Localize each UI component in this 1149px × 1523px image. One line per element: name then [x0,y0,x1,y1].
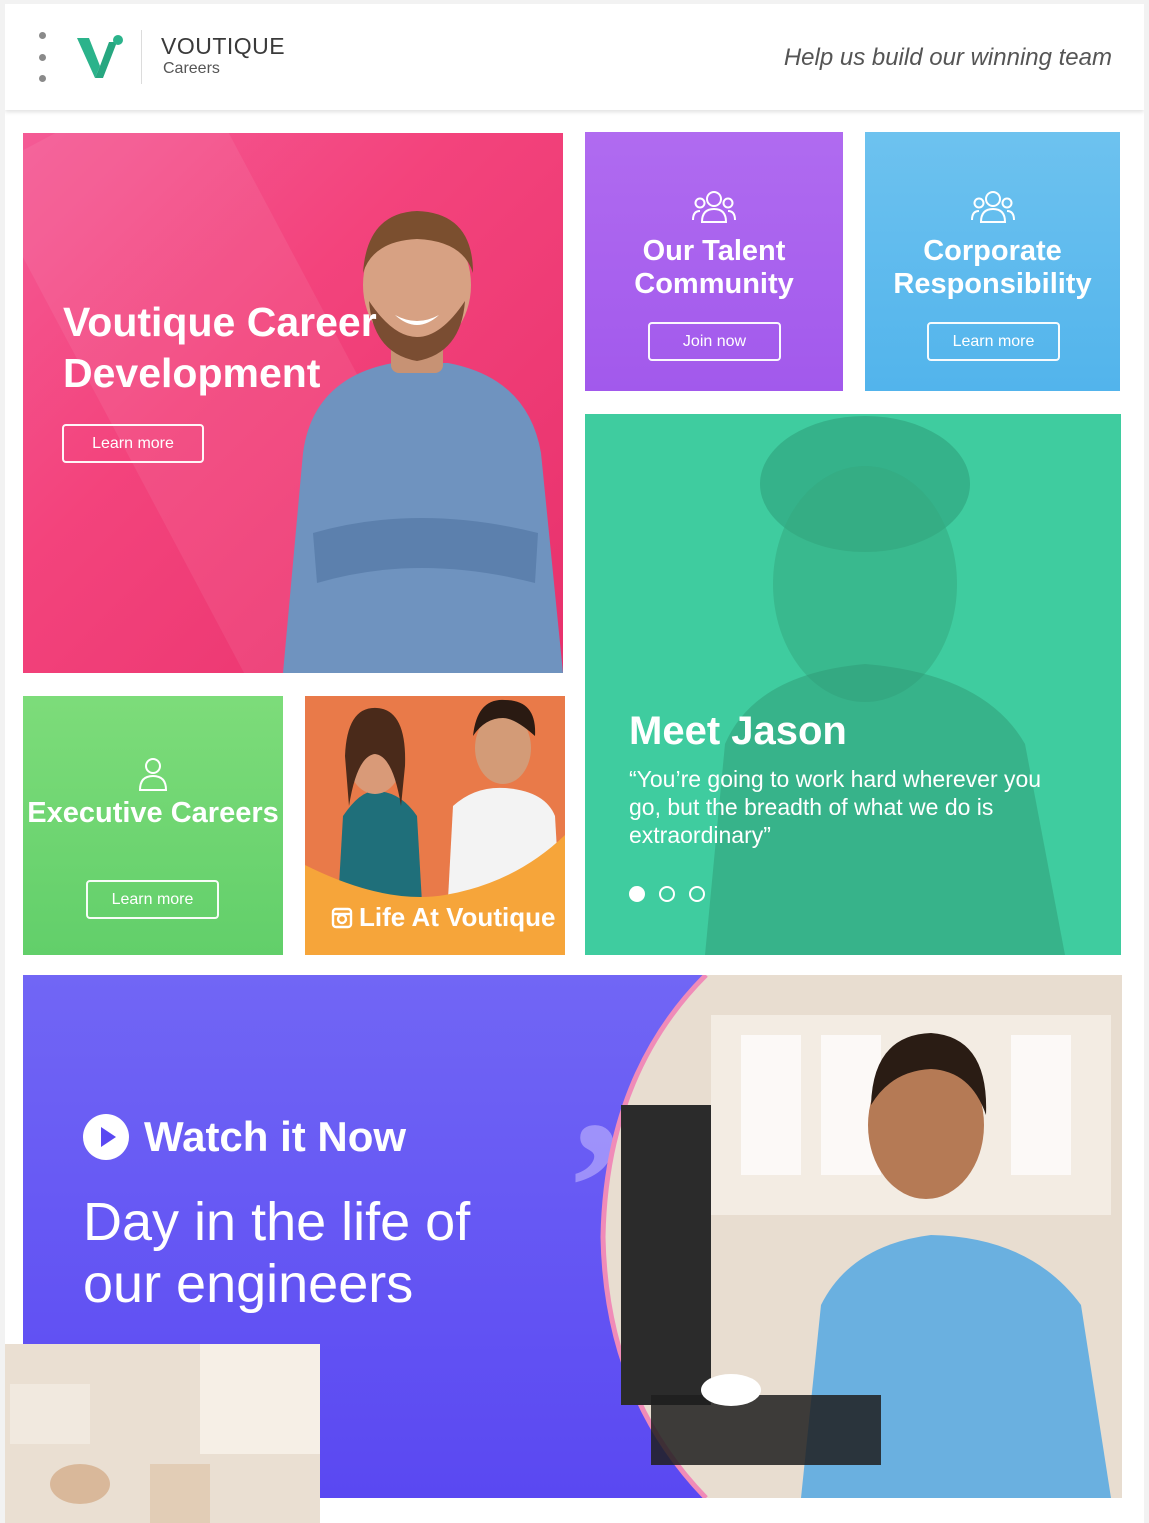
life-link[interactable]: Life At Voutique [331,902,555,933]
watch-now-link[interactable]: Watch it Now [82,1113,406,1161]
brand-name[interactable]: VOUTIQUE [161,33,285,60]
play-icon [83,1114,129,1160]
logo-divider [141,30,142,84]
office-photo-fragment [5,1344,320,1523]
life-label: Life At Voutique [359,902,556,932]
brand-subtitle: Careers [163,60,220,77]
header-tagline: Help us build our winning team [783,44,1112,71]
life-at-voutique-tile[interactable]: Life At Voutique [305,696,565,955]
career-title: Voutique Career Development [63,299,377,396]
instagram-icon [331,907,353,928]
carousel-dot-2[interactable] [659,886,675,902]
watch-title: Watch it Now [144,1113,407,1160]
watch-subtitle: Day in the life of our engineers [83,1192,471,1314]
join-now-button[interactable]: Join now [648,322,781,361]
jason-quote: “You’re going to work hard wherever you … [629,766,1042,848]
carousel-dots [629,886,705,902]
engineer-at-desk-photo [600,975,1122,1498]
jason-photo [705,416,1065,955]
csr-title: Corporate Responsibility [893,235,1092,300]
talent-title: Our Talent Community [634,235,794,300]
voutique-logo-icon[interactable] [73,30,127,84]
executive-title: Executive Careers [27,797,279,829]
csr-learn-more-button[interactable]: Learn more [927,322,1060,361]
corporate-responsibility-tile[interactable]: Corporate Responsibility Learn more [865,132,1120,391]
group-icon [970,191,1015,223]
executive-careers-tile[interactable]: Executive Careers Learn more [23,696,283,955]
executive-learn-more-button[interactable]: Learn more [86,880,219,919]
careers-page: VOUTIQUE Careers Help us build our winni… [5,4,1144,1523]
user-icon [138,758,168,791]
career-development-tile[interactable]: Voutique Career Development Learn more [23,133,563,673]
meet-jason-tile: Meet Jason “You’re going to work hard wh… [585,414,1121,955]
man-crossed-arms-photo [283,211,563,673]
carousel-dot-3[interactable] [689,886,705,902]
menu-icon[interactable] [35,32,49,82]
talent-community-tile[interactable]: Our Talent Community Join now [585,132,843,391]
group-icon [692,191,736,223]
career-learn-more-button[interactable]: Learn more [62,424,204,463]
orange-wave [305,835,565,955]
jason-name: Meet Jason [629,709,847,753]
carousel-dot-1[interactable] [629,886,645,902]
header: VOUTIQUE Careers Help us build our winni… [5,4,1144,110]
